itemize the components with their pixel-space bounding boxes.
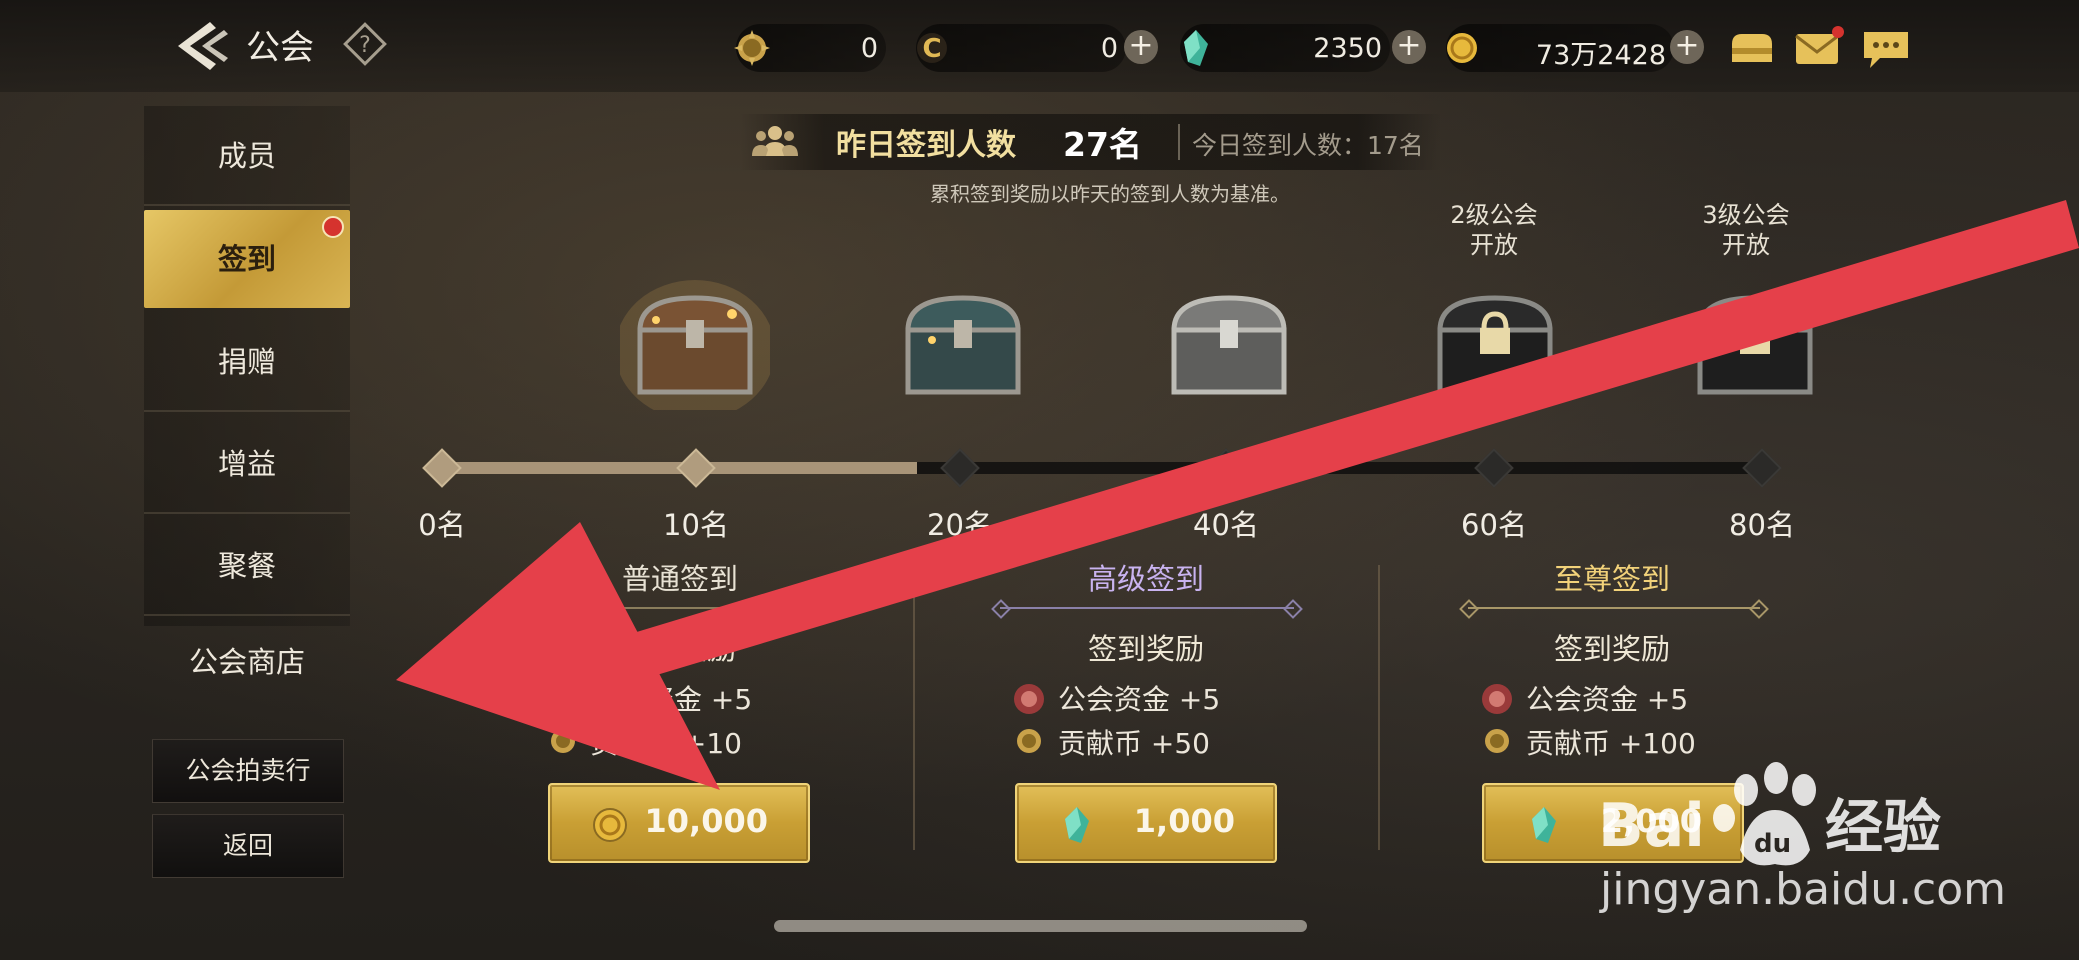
chest-silver-icon[interactable] <box>1154 280 1304 410</box>
milestone-marker <box>1742 448 1782 488</box>
milestone-marker <box>940 448 980 488</box>
yesterday-signin-count: 27名 <box>1063 125 1142 164</box>
normal-signin-button[interactable]: 10,000 <box>548 783 810 863</box>
guild-currency-icon: C <box>917 33 947 64</box>
milestone-marker <box>1474 448 1514 488</box>
milestone-marker <box>676 448 716 488</box>
contribution-coin-icon <box>1485 729 1509 753</box>
wallet-icon[interactable] <box>1724 22 1780 74</box>
return-button[interactable]: 返回 <box>152 814 344 878</box>
chest-locked-icon[interactable] <box>1680 280 1830 410</box>
sidebar-item-donate[interactable]: 捐赠 <box>144 312 350 412</box>
reward-heading: 签到奖励 <box>619 632 736 666</box>
currency-value: 2350 <box>1313 33 1382 64</box>
guild-fund-icon <box>1014 684 1044 714</box>
chat-icon[interactable] <box>1858 22 1914 74</box>
crystal-icon <box>1184 30 1208 66</box>
sidebar-item-feast[interactable]: 聚餐 <box>144 516 350 616</box>
price-value: 10,000 <box>644 802 768 840</box>
help-icon[interactable]: ? <box>343 22 387 66</box>
reward-guild-fund: 公会资金 +5 <box>1526 683 1689 716</box>
reward-guild-fund: 公会资金 +5 <box>590 683 753 716</box>
reward-contribution-coin: 贡献币 +100 <box>1526 727 1696 760</box>
milestone-label: 40名 <box>1193 508 1259 542</box>
advanced-signin-button[interactable]: 1,000 <box>1015 783 1277 863</box>
mail-icon[interactable] <box>1790 22 1846 74</box>
milestone-marker <box>422 448 462 488</box>
page-title: 公会 <box>246 28 314 68</box>
back-arrow-icon[interactable] <box>170 16 234 76</box>
reward-contribution-coin: 贡献币 +50 <box>1058 727 1210 760</box>
svg-text:C: C <box>922 34 941 64</box>
watermark-text: 经验 <box>1825 793 1942 861</box>
home-indicator[interactable] <box>774 920 1307 932</box>
crystal-icon <box>1532 807 1556 843</box>
guild-fund-icon <box>1482 684 1512 714</box>
chest-locked-icon[interactable] <box>1420 280 1570 410</box>
auction-house-button[interactable]: 公会拍卖行 <box>152 739 344 803</box>
contribution-coin-icon <box>1017 729 1041 753</box>
card-divider <box>1378 565 1380 850</box>
sidebar-item-label: 签到 <box>217 242 276 276</box>
contribution-coin-icon <box>734 30 770 66</box>
add-crystal-button[interactable]: + <box>1392 30 1426 64</box>
milestone-marker <box>1206 448 1246 488</box>
reward-heading: 签到奖励 <box>1087 632 1204 666</box>
currency-gold: 73万2428 <box>1446 24 1674 72</box>
sidebar-item-members[interactable]: 成员 <box>144 106 350 206</box>
reward-heading: 签到奖励 <box>1553 632 1670 666</box>
watermark-url: jingyan.baidu.com <box>1600 864 2007 915</box>
milestone-label: 80名 <box>1729 508 1795 542</box>
title-divider <box>530 607 828 609</box>
yesterday-signin-label: 昨日签到人数 <box>836 128 1016 163</box>
add-guild-currency-button[interactable]: + <box>1124 30 1158 64</box>
notification-dot <box>322 216 344 238</box>
people-icon <box>752 126 798 156</box>
today-signin-count: 今日签到人数：17名 <box>1192 131 1424 160</box>
currency-value: 73万2428 <box>1535 40 1666 71</box>
currency-value: 0 <box>1100 33 1118 64</box>
milestone-label: 20名 <box>927 508 993 542</box>
currency-contribution: 0 <box>734 24 886 72</box>
currency-guild: C 0 <box>916 24 1126 72</box>
add-gold-button[interactable]: + <box>1670 30 1704 64</box>
chest-lock-label: 3级公会 开放 <box>1702 201 1790 259</box>
currency-crystal: 2350 <box>1180 24 1390 72</box>
milestone-label: 10名 <box>663 508 729 542</box>
milestone-label: 60名 <box>1461 508 1527 542</box>
divider <box>1178 124 1180 160</box>
title-divider <box>1000 607 1294 609</box>
reward-guild-fund: 公会资金 +5 <box>1058 683 1221 716</box>
advanced-signin-title: 高级签到 <box>1087 562 1204 596</box>
price-value: 1,000 <box>1133 802 1235 840</box>
supreme-signin-title: 至尊签到 <box>1553 562 1670 596</box>
gold-coin-icon <box>593 808 627 842</box>
svg-text:du: du <box>1754 829 1791 859</box>
title-divider <box>1468 607 1760 609</box>
milestone-label: 0名 <box>418 508 466 542</box>
reward-contribution-coin: 贡献币 +10 <box>590 727 742 760</box>
svg-text:?: ? <box>359 33 371 58</box>
contribution-coin-icon <box>551 729 575 753</box>
currency-value: 0 <box>860 33 878 64</box>
signin-note: 累积签到奖励以昨天的签到人数为基准。 <box>930 182 1290 206</box>
gold-coin-icon <box>1447 33 1477 63</box>
card-divider <box>913 565 915 850</box>
sidebar-item-signin[interactable]: 签到 <box>144 210 350 308</box>
guild-fund-icon <box>542 684 572 714</box>
normal-signin-title: 普通签到 <box>621 562 738 596</box>
sidebar-item-shop[interactable]: 公会商店 <box>144 612 350 712</box>
chest-lock-label: 2级公会 开放 <box>1450 201 1538 259</box>
svg-text:Bai: Bai <box>1598 791 1705 861</box>
sidebar: 成员 签到 捐赠 增益 聚餐 <box>144 106 350 626</box>
chest-bronze-icon[interactable] <box>620 280 770 410</box>
crystal-icon <box>1065 807 1089 843</box>
chest-teal-icon[interactable] <box>888 280 1038 410</box>
sidebar-item-buffs[interactable]: 增益 <box>144 414 350 514</box>
